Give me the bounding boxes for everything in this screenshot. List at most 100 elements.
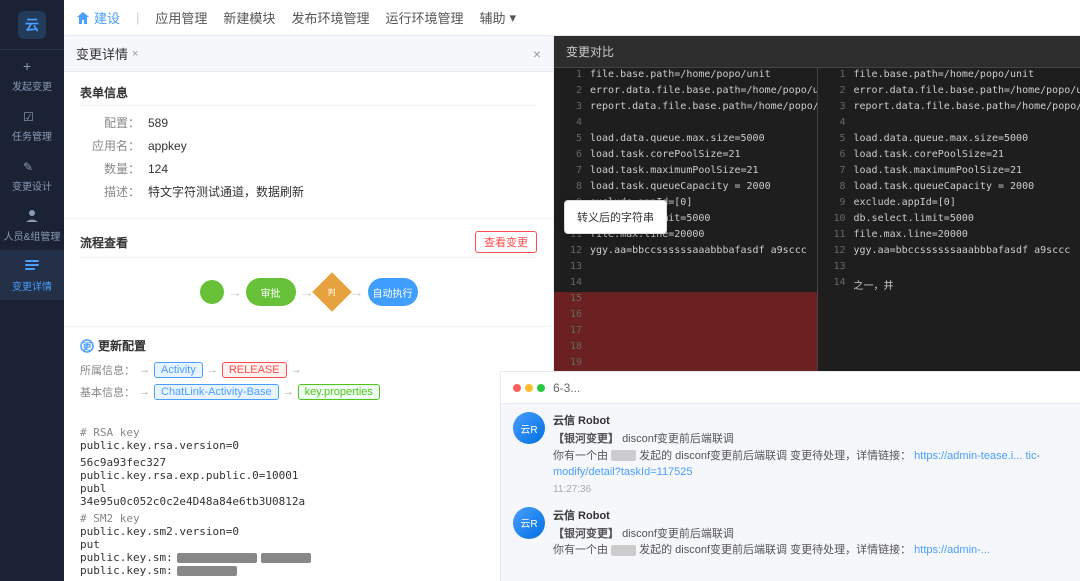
diff-line: 12ygy.aa=bbccssssssaaabbbafasdf a9sccc — [818, 244, 1080, 260]
nav-home[interactable]: 建设 — [76, 8, 120, 27]
sidebar-label: 变更详情 — [12, 278, 52, 293]
chat-body-2: 【银河变更】 disconf变更前后端联调 你有一个由 发起的 disconf变… — [553, 526, 1068, 559]
diff-title: 变更对比 — [566, 43, 614, 60]
flow-node-judge: 判 — [312, 272, 352, 312]
flow-diagram: → 审批 → 判 → 自动执行 — [80, 270, 537, 314]
diff-line: 5load.data.queue.max.size=5000 — [818, 132, 1080, 148]
tag-release: RELEASE — [222, 362, 287, 378]
diff-line: 13 — [554, 260, 817, 276]
form-value-config: 589 — [148, 116, 168, 130]
redacted-user — [611, 450, 636, 461]
tag-activity: Activity — [154, 362, 203, 378]
line-content: file.base.path=/home/popo/unit — [854, 69, 1035, 80]
nav-new-module[interactable]: 新建模块 — [223, 8, 275, 27]
key-line-7: put — [80, 538, 537, 551]
sidebar-item-task-mgmt[interactable]: ☑ 任务管理 — [0, 100, 64, 150]
chat-link-2[interactable]: https://admin-... — [914, 544, 990, 556]
key-line-1: public.key.rsa.version=0 — [80, 439, 537, 452]
panel-title: 变更详情 — [76, 44, 128, 63]
diff-line: 2error.data.file.base.path=/home/popo/un… — [818, 84, 1080, 100]
diff-tooltip: 转义后的字符串 — [564, 200, 667, 234]
line-number: 13 — [562, 261, 582, 272]
check-change-button[interactable]: 查看变更 — [475, 231, 537, 253]
tag-key-properties: key.properties — [298, 384, 380, 400]
update-config-section: 更 更新配置 所属信息： → Activity → RELEASE → 基本信息… — [64, 326, 553, 416]
nav-run-env[interactable]: 运行环境管理 — [385, 8, 463, 27]
nav-publish-env[interactable]: 发布环境管理 — [291, 8, 369, 27]
line-number: 3 — [562, 101, 582, 112]
diff-line: 1file.base.path=/home/popo/unit — [554, 68, 817, 84]
form-label-desc: 描述： — [80, 183, 140, 200]
line-number: 2 — [826, 85, 846, 96]
diff-line: 6load.task.corePoolSize=21 — [554, 148, 817, 164]
line-number: 16 — [562, 309, 582, 320]
line-content: load.task.corePoolSize=21 — [854, 149, 1005, 160]
diff-line: 8load.task.queueCapacity = 2000 — [554, 180, 817, 196]
svg-text:☑: ☑ — [23, 110, 34, 124]
line-number: 9 — [826, 197, 846, 208]
line-content: db.select.limit=5000 — [854, 213, 974, 224]
nav-home-label: 建设 — [94, 8, 120, 27]
arrow-icon: → — [207, 364, 218, 376]
diff-line: 18 — [554, 340, 817, 356]
form-value-desc: 特文字符测试通道，数据刷新 — [148, 183, 304, 200]
diff-line: 13 — [818, 260, 1080, 276]
line-number: 15 — [562, 293, 582, 304]
flow-node-approve: 审批 — [246, 278, 296, 306]
diff-line: 2error.data.file.base.path=/home/popo/un… — [554, 84, 817, 100]
line-content: report.data.file.base.path=/home/popo/un… — [590, 101, 818, 112]
chat-title-2: disconf变更前后端联调 — [622, 528, 734, 540]
sidebar-item-change-design[interactable]: ✎ 变更设计 — [0, 150, 64, 200]
chat-title-1: disconf变更前后端联调 — [622, 433, 734, 445]
diff-line: 1file.base.path=/home/popo/unit — [818, 68, 1080, 84]
line-number: 10 — [826, 213, 846, 224]
chat-sender-1: 云信 Robot — [553, 412, 1068, 428]
top-nav: 建设 | 应用管理 新建模块 发布环境管理 运行环境管理 辅助 ▾ — [64, 0, 1080, 36]
line-number: 6 — [562, 149, 582, 160]
chat-avatar-1: 云R — [513, 412, 545, 444]
sidebar-item-people[interactable]: 人员&组管理 — [0, 200, 64, 250]
redacted-key-value — [177, 553, 257, 563]
key-line-8: public.key.sm: — [80, 551, 173, 564]
minimize-dot[interactable] — [525, 384, 533, 392]
config-label: 所属信息： — [80, 362, 135, 378]
diff-header: 变更对比 — [554, 36, 1080, 68]
chat-message-2: 云R 云信 Robot 【银河变更】 disconf变更前后端联调 你有一个由 … — [513, 507, 1068, 559]
svg-text:✎: ✎ — [23, 160, 33, 174]
line-number: 14 — [562, 277, 582, 288]
chat-link-1[interactable]: https://admin-tease.i... — [914, 450, 1022, 462]
maximize-dot[interactable] — [537, 384, 545, 392]
diff-line: 16 — [554, 308, 817, 324]
sidebar-item-launch[interactable]: + 发起变更 — [0, 50, 64, 100]
line-content: 之一，并 — [854, 277, 894, 292]
form-section-title: 表单信息 — [80, 84, 537, 106]
flow-arrow: → — [228, 284, 242, 300]
primary-sidebar: 云 + 发起变更 ☑ 任务管理 ✎ 变更设计 人员&组管理 变更详情 — [0, 0, 64, 581]
flow-node-start — [200, 280, 224, 304]
form-row-config: 配置： 589 — [80, 114, 537, 131]
line-content: load.task.queueCapacity = 2000 — [854, 181, 1035, 192]
chat-avatar-2: 云R — [513, 507, 545, 539]
line-number: 17 — [562, 325, 582, 336]
close-button[interactable]: × — [533, 46, 541, 62]
nav-assist[interactable]: 辅助 ▾ — [479, 8, 516, 27]
svg-text:云: 云 — [25, 17, 39, 33]
nav-app-mgmt[interactable]: 应用管理 — [155, 8, 207, 27]
line-number: 11 — [826, 229, 846, 240]
chat-time-1: 11:27:36 — [553, 484, 1068, 495]
config-row-basic: 基本信息： → ChatLink-Activity-Base → key.pro… — [80, 384, 537, 400]
close-dot[interactable] — [513, 384, 521, 392]
line-number: 12 — [826, 245, 846, 256]
window-controls — [513, 384, 545, 392]
config-row-ownership: 所属信息： → Activity → RELEASE → — [80, 362, 537, 378]
sidebar-item-change-detail[interactable]: 变更详情 — [0, 250, 64, 300]
chat-sender-2: 云信 Robot — [553, 507, 1068, 523]
config-label: 基本信息： — [80, 384, 135, 400]
app-logo: 云 — [0, 0, 64, 50]
key-line-6: public.key.sm2.version=0 — [80, 525, 537, 538]
line-number: 5 — [562, 133, 582, 144]
chat-message-1: 云R 云信 Robot 【银河变更】 disconf变更前后端联调 你有一个由 … — [513, 412, 1068, 495]
line-number: 7 — [562, 165, 582, 176]
form-row-count: 数量： 124 — [80, 160, 537, 177]
line-content: load.data.queue.max.size=5000 — [590, 133, 765, 144]
